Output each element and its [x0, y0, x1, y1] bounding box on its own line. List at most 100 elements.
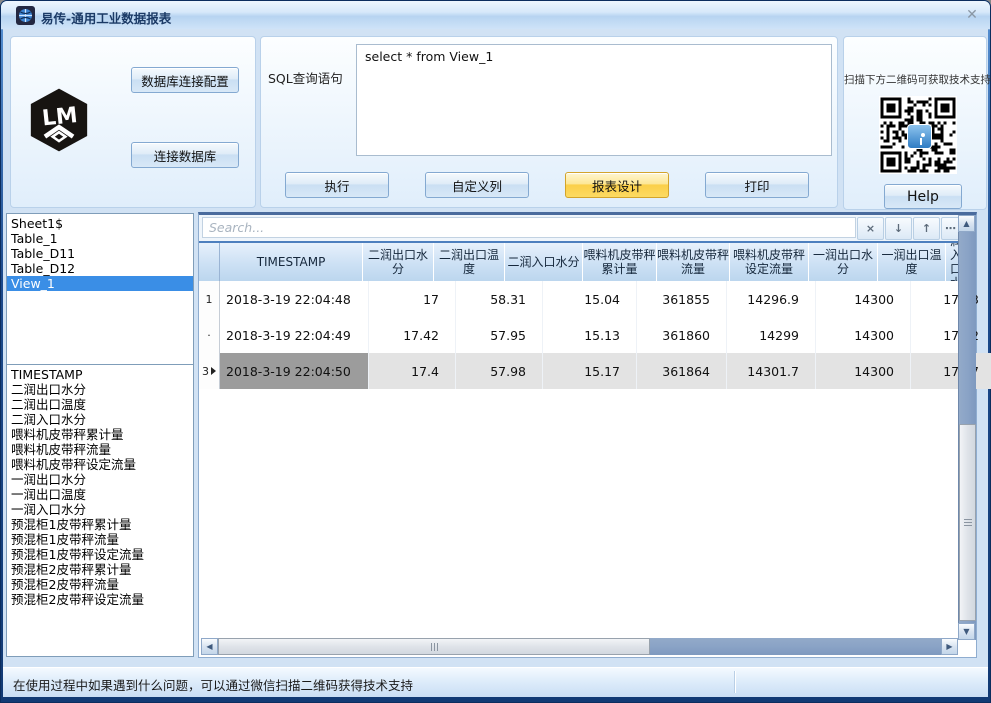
cell[interactable]: 361864 — [637, 353, 727, 389]
cell[interactable]: 14301.7 — [727, 353, 816, 389]
field-list-item[interactable]: 预混柜2皮带秤流量 — [7, 577, 193, 592]
table-list-item[interactable]: Table_1 — [7, 231, 193, 246]
search-prev-icon[interactable]: ↑ — [913, 217, 940, 240]
field-list-item[interactable]: 喂料机皮带秤设定流量 — [7, 457, 193, 472]
status-divider — [735, 671, 736, 693]
close-icon[interactable]: ✕ — [959, 6, 985, 25]
table-row[interactable]: 1 2018-3-19 22:04:48 17 58.31 15.04 3618… — [199, 281, 958, 319]
column-header[interactable]: 喂料机皮带秤累计量 — [583, 243, 657, 281]
header-gutter — [199, 243, 220, 281]
field-list-item[interactable]: 二润出口水分 — [7, 382, 193, 397]
table-list-item[interactable]: Table_D12 — [7, 261, 193, 276]
column-header[interactable]: 二润入口水分 — [505, 243, 583, 281]
vertical-scrollbar[interactable]: ▲ ▼ — [958, 215, 976, 640]
row-gutter: · — [199, 317, 220, 353]
grid-search-bar: × ↓ ↑ ⋯ — [199, 215, 958, 243]
sql-query-input[interactable]: select * from View_1 — [356, 44, 832, 156]
field-list-item[interactable]: 预混柜2皮带秤累计量 — [7, 562, 193, 577]
window-title: 易传-通用工业数据报表 — [41, 8, 171, 27]
help-button[interactable]: Help — [884, 184, 962, 209]
connect-db-button[interactable]: 连接数据库 — [131, 142, 239, 168]
field-list-item[interactable]: 一润出口温度 — [7, 487, 193, 502]
execute-button[interactable]: 执行 — [285, 172, 389, 198]
scroll-down-icon[interactable]: ▼ — [958, 623, 975, 640]
report-design-button[interactable]: 报表设计 — [565, 172, 669, 198]
cell[interactable]: 14300 — [816, 317, 911, 353]
row-gutter: 1 — [199, 281, 220, 317]
scroll-up-icon[interactable]: ▲ — [958, 215, 975, 232]
cell[interactable]: 14300 — [816, 353, 911, 389]
vertical-scroll-thumb[interactable] — [959, 424, 976, 621]
cell[interactable]: 14300 — [816, 281, 911, 317]
field-list-item[interactable]: 喂料机皮带秤流量 — [7, 442, 193, 457]
titlebar[interactable]: 易传-通用工业数据报表 ✕ — [1, 1, 990, 30]
qr-hint-text: 扫描下方二维码可获取技术支持 — [844, 72, 984, 87]
column-header[interactable]: 喂料机皮带秤流量 — [657, 243, 730, 281]
search-clear-icon[interactable]: × — [857, 217, 884, 240]
horizontal-scrollbar[interactable]: ◀ ▶ — [201, 638, 958, 655]
cell[interactable]: 361860 — [637, 317, 727, 353]
row-number: 3 — [202, 365, 209, 378]
cell[interactable]: 15.04 — [543, 281, 637, 317]
column-header[interactable]: 一润出口温度 — [878, 243, 946, 281]
cell[interactable]: 57.95 — [456, 317, 543, 353]
app-window: 易传-通用工业数据报表 ✕ LM 数据库连接配置 连接数据库 SQL查询语句 s… — [0, 0, 991, 703]
field-list-item[interactable]: 预混柜2皮带秤设定流量 — [7, 592, 193, 607]
field-list-item[interactable]: 二润出口温度 — [7, 397, 193, 412]
scroll-left-icon[interactable]: ◀ — [201, 638, 218, 655]
cell[interactable]: 17.12 — [911, 317, 991, 353]
cell-timestamp[interactable]: 2018-3-19 22:04:50 — [220, 353, 369, 389]
cell[interactable]: 17.17 — [911, 353, 991, 389]
field-list-item[interactable]: 一润入口水分 — [7, 502, 193, 517]
lm-logo: LM — [26, 88, 92, 152]
cell[interactable]: 15.13 — [543, 317, 637, 353]
row-gutter: 3 — [199, 353, 220, 389]
cell[interactable]: 17.4 — [369, 353, 456, 389]
status-text: 在使用过程中如果遇到什么问题，可以通过微信扫描二维码获得技术支持 — [13, 675, 413, 694]
custom-columns-button[interactable]: 自定义列 — [425, 172, 529, 198]
column-header[interactable]: 二润出口水分 — [363, 243, 434, 281]
print-button[interactable]: 打印 — [705, 172, 809, 198]
grid-header-row: TIMESTAMP 二润出口水分 二润出口温度 二润入口水分 喂料机皮带秤累计量… — [199, 243, 958, 282]
table-list-item-selected[interactable]: View_1 — [7, 276, 193, 291]
table-row[interactable]: · 2018-3-19 22:04:49 17.42 57.95 15.13 3… — [199, 317, 958, 355]
field-list-item[interactable]: 二润入口水分 — [7, 412, 193, 427]
cell-timestamp[interactable]: 2018-3-19 22:04:48 — [220, 281, 369, 317]
app-icon — [16, 6, 35, 25]
table-row-selected[interactable]: 3 2018-3-19 22:04:50 17.4 57.98 15.17 36… — [199, 353, 958, 391]
table-list-item[interactable]: Sheet1$ — [7, 216, 193, 231]
column-header[interactable]: 喂料机皮带秤设定流量 — [730, 243, 809, 281]
qr-center-logo — [907, 124, 932, 149]
field-list-item[interactable]: 一润出口水分 — [7, 472, 193, 487]
table-list-item[interactable]: Table_D11 — [7, 246, 193, 261]
cell[interactable]: 15.17 — [543, 353, 637, 389]
cell[interactable]: 17 — [369, 281, 456, 317]
cell-timestamp[interactable]: 2018-3-19 22:04:49 — [220, 317, 369, 353]
column-header[interactable]: 二润出口温度 — [434, 243, 505, 281]
horizontal-scroll-thumb[interactable] — [218, 638, 650, 655]
cell[interactable]: 17.13 — [911, 281, 991, 317]
status-bar: 在使用过程中如果遇到什么问题，可以通过微信扫描二维码获得技术支持 — [3, 667, 988, 697]
db-config-button[interactable]: 数据库连接配置 — [131, 67, 239, 93]
search-next-icon[interactable]: ↓ — [885, 217, 912, 240]
field-list-item[interactable]: 喂料机皮带秤累计量 — [7, 427, 193, 442]
field-list-item[interactable]: TIMESTAMP — [7, 367, 193, 382]
sql-query-label: SQL查询语句 — [268, 68, 343, 87]
search-input[interactable] — [202, 217, 856, 238]
cell[interactable]: 57.98 — [456, 353, 543, 389]
field-list-item[interactable]: 预混柜1皮带秤累计量 — [7, 517, 193, 532]
column-header[interactable]: TIMESTAMP — [220, 243, 363, 281]
cell[interactable]: 361855 — [637, 281, 727, 317]
cell[interactable]: 14299 — [727, 317, 816, 353]
scroll-right-icon[interactable]: ▶ — [941, 638, 958, 655]
grid-empty-area — [199, 389, 958, 637]
field-list-item[interactable]: 预混柜1皮带秤设定流量 — [7, 547, 193, 562]
current-row-arrow-icon — [211, 367, 216, 375]
column-header[interactable]: 一润出口水分 — [809, 243, 878, 281]
cell[interactable]: 14296.9 — [727, 281, 816, 317]
cell[interactable]: 58.31 — [456, 281, 543, 317]
fields-listbox: TIMESTAMP 二润出口水分 二润出口温度 二润入口水分 喂料机皮带秤累计量… — [6, 364, 194, 657]
field-list-item[interactable]: 预混柜1皮带秤流量 — [7, 532, 193, 547]
cell[interactable]: 17.42 — [369, 317, 456, 353]
column-header-clipped[interactable]: 一润入口水分 — [946, 243, 958, 281]
